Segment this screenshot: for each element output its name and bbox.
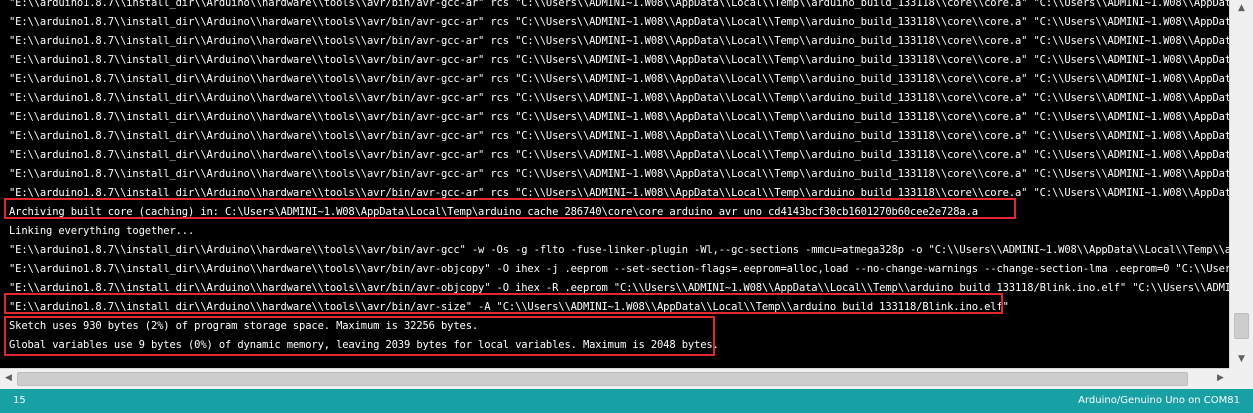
console-line: "E:\\arduino1.8.7\\install_dir\\Arduino\… <box>9 111 1229 123</box>
console-line-sketch-size: Sketch uses 930 bytes (2%) of program st… <box>9 320 479 332</box>
console-line-linking: Linking everything together... <box>9 225 195 237</box>
scroll-right-arrow-icon[interactable]: ▶ <box>1212 370 1229 387</box>
console-output[interactable]: "E:\\arduino1.8.7\\install_dir\\Arduino\… <box>0 0 1229 368</box>
console-line: "E:\\arduino1.8.7\\install_dir\\Arduino\… <box>9 149 1229 161</box>
console-line: "E:\\arduino1.8.7\\install_dir\\Arduino\… <box>9 73 1229 85</box>
horizontal-scrollbar-thumb[interactable] <box>17 372 1188 386</box>
status-line-number: 15 <box>13 395 26 406</box>
arduino-ide-output-panel: "E:\\arduino1.8.7\\install_dir\\Arduino\… <box>0 0 1253 413</box>
console-line-archiving-core: Archiving built core (caching) in: C:\Us… <box>9 206 978 218</box>
console-line: "E:\\arduino1.8.7\\install_dir\\Arduino\… <box>9 54 1229 66</box>
console-line: "E:\\arduino1.8.7\\install_dir\\Arduino\… <box>9 0 1229 9</box>
scroll-left-arrow-icon[interactable]: ◀ <box>0 370 17 387</box>
status-bar: 15 Arduino/Genuino Uno on COM81 <box>0 389 1253 413</box>
console-line: "E:\\arduino1.8.7\\install_dir\\Arduino\… <box>9 187 1229 199</box>
status-board-port: Arduino/Genuino Uno on COM81 <box>1078 395 1240 406</box>
console-line: "E:\\arduino1.8.7\\install_dir\\Arduino\… <box>9 244 1229 256</box>
console-line-avr-size: "E:\\arduino1.8.7\\install_dir\\Arduino\… <box>9 301 1009 313</box>
scroll-up-arrow-icon[interactable]: ▲ <box>1233 0 1250 17</box>
console-line: "E:\\arduino1.8.7\\install_dir\\Arduino\… <box>9 92 1229 104</box>
console-line: "E:\\arduino1.8.7\\install_dir\\Arduino\… <box>9 282 1229 294</box>
scrollbar-corner <box>1229 368 1253 389</box>
console-line: "E:\\arduino1.8.7\\install_dir\\Arduino\… <box>9 130 1229 142</box>
vertical-scrollbar[interactable]: ▲ ▼ <box>1229 0 1253 368</box>
horizontal-scrollbar[interactable]: ◀ ▶ <box>0 368 1229 389</box>
console-line: "E:\\arduino1.8.7\\install_dir\\Arduino\… <box>9 16 1229 28</box>
console-line: "E:\\arduino1.8.7\\install_dir\\Arduino\… <box>9 263 1229 275</box>
console-line: "E:\\arduino1.8.7\\install_dir\\Arduino\… <box>9 35 1229 47</box>
console-line: "E:\\arduino1.8.7\\install_dir\\Arduino\… <box>9 168 1229 180</box>
vertical-scrollbar-thumb[interactable] <box>1234 312 1249 339</box>
scroll-down-arrow-icon[interactable]: ▼ <box>1233 351 1250 368</box>
console-line-global-variables: Global variables use 9 bytes (0%) of dyn… <box>9 339 719 351</box>
